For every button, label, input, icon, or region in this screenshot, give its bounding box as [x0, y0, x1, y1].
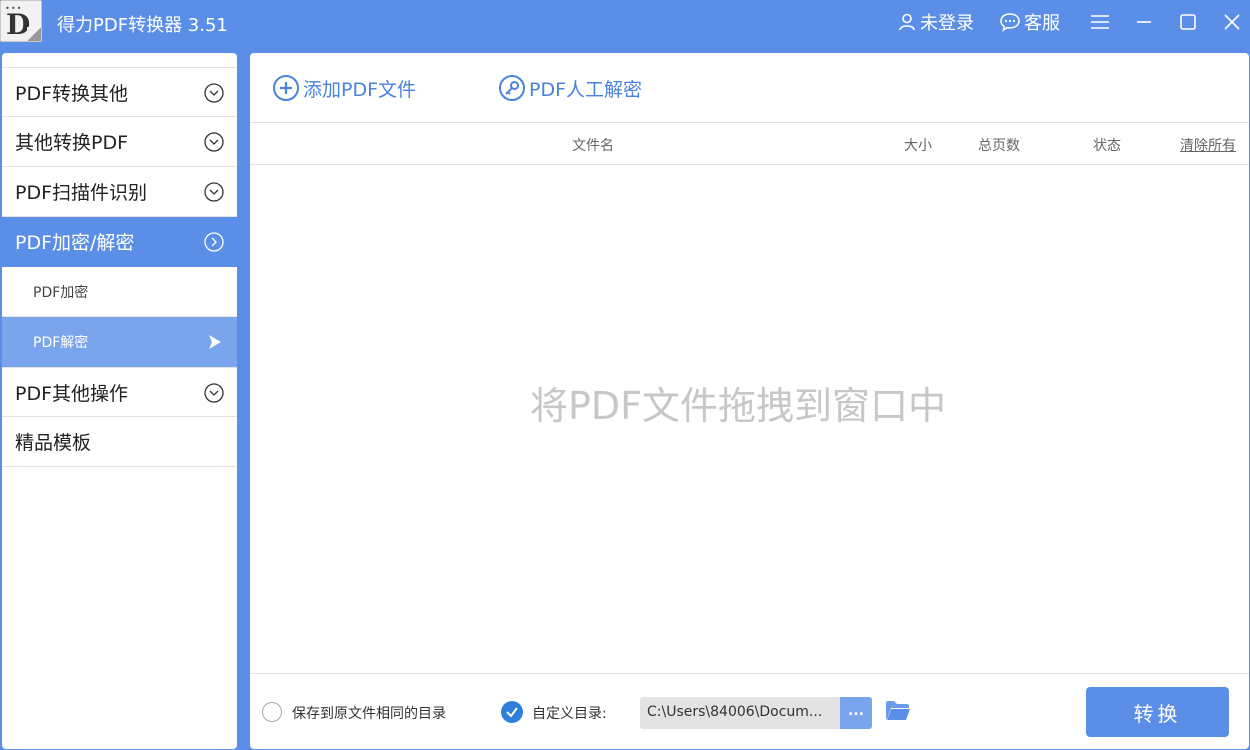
custom-directory-checkbox[interactable] [501, 701, 523, 723]
convert-button[interactable]: 转换 [1086, 687, 1229, 737]
folder-icon [886, 701, 910, 720]
sidebar-item-label: PDF扫描件识别 [15, 182, 148, 204]
maximize-icon [1180, 14, 1196, 30]
sidebar-item-label: PDF加密/解密 [15, 232, 135, 254]
menu-button[interactable] [1088, 10, 1112, 34]
sidebar-subitem-pdf-encrypt[interactable]: PDF加密 [2, 267, 237, 317]
manual-decrypt-label: PDF人工解密 [529, 78, 643, 101]
minimize-button[interactable] [1132, 10, 1156, 34]
sidebar-subitem-label: PDF解密 [33, 334, 89, 351]
sidebar-subitem-label: PDF加密 [33, 284, 89, 301]
sidebar-item-other-to-pdf[interactable]: 其他转换PDF [2, 117, 237, 167]
output-path-field[interactable]: C:\Users\84006\Docum... [640, 697, 840, 729]
sidebar: PDF转换其他 其他转换PDF PDF扫描件识别 PDF加密/解密 PDF加密 … [2, 53, 237, 749]
hamburger-menu-icon [1091, 15, 1109, 29]
add-pdf-label: 添加PDF文件 [303, 78, 417, 101]
minimize-icon [1137, 21, 1151, 23]
customer-service-label: 客服 [1024, 13, 1060, 34]
login-label: 未登录 [920, 13, 974, 34]
chevron-down-icon [204, 132, 224, 152]
sidebar-item-pdf-scan-ocr[interactable]: PDF扫描件识别 [2, 167, 237, 217]
arrow-right-icon [209, 335, 221, 349]
sidebar-item-label: PDF转换其他 [15, 82, 129, 105]
sidebar-item-label: 其他转换PDF [15, 132, 129, 154]
column-size[interactable]: 大小 [904, 135, 932, 155]
column-status[interactable]: 状态 [1093, 135, 1121, 155]
custom-directory-label[interactable]: 自定义目录: [532, 703, 607, 723]
sidebar-item-label: 精品模板 [15, 432, 92, 454]
manual-decrypt-button[interactable]: PDF人工解密 [498, 73, 642, 103]
app-logo-icon: ••• D [0, 0, 42, 42]
add-pdf-button[interactable]: 添加PDF文件 [272, 73, 416, 103]
chevron-right-icon [204, 232, 224, 252]
sidebar-item-label: PDF其他操作 [15, 382, 129, 405]
column-filename[interactable]: 文件名 [572, 135, 614, 155]
main-panel: 添加PDF文件 PDF人工解密 文件名 大小 总页数 状态 清除所有 将PDF文… [250, 53, 1249, 749]
same-directory-radio[interactable] [262, 702, 282, 722]
clear-all-link[interactable]: 清除所有 [1180, 135, 1236, 155]
sidebar-item-premium-templates[interactable]: 精品模板 [2, 417, 237, 467]
drop-zone-hint: 将PDF文件拖拽到窗口中 [530, 384, 947, 428]
checkmark-icon [506, 707, 518, 718]
sidebar-item-pdf-other-ops[interactable]: PDF其他操作 [2, 367, 237, 417]
browse-path-button[interactable]: ... [840, 697, 872, 729]
sidebar-subitem-pdf-decrypt[interactable]: PDF解密 [2, 317, 237, 367]
column-pages[interactable]: 总页数 [978, 135, 1020, 155]
sidebar-item-pdf-encrypt-decrypt[interactable]: PDF加密/解密 [2, 217, 237, 267]
title-bar: ••• D 得力PDF转换器 3.51 未登录 客服 [0, 0, 1250, 46]
chevron-down-icon [204, 182, 224, 202]
same-directory-label[interactable]: 保存到原文件相同的目录 [292, 703, 446, 723]
add-circle-icon [273, 75, 299, 101]
close-button[interactable] [1220, 10, 1244, 34]
output-settings-bar: 保存到原文件相同的目录 自定义目录: C:\Users\84006\Docum.… [250, 673, 1249, 749]
login-button[interactable]: 未登录 [897, 10, 974, 34]
sidebar-item-pdf-to-other[interactable]: PDF转换其他 [2, 67, 237, 117]
app-title: 得力PDF转换器 3.51 [57, 15, 228, 36]
app-logo-fold [27, 27, 41, 41]
maximize-button[interactable] [1176, 10, 1200, 34]
chevron-down-icon [204, 383, 224, 403]
customer-service-button[interactable]: 客服 [999, 10, 1060, 34]
file-table-header: 文件名 大小 总页数 状态 清除所有 [250, 122, 1249, 165]
open-folder-button[interactable] [885, 700, 911, 726]
close-icon [1224, 14, 1240, 30]
chat-bubble-icon [1000, 13, 1020, 32]
key-circle-icon [499, 75, 525, 101]
user-icon [899, 13, 915, 31]
chevron-down-icon [204, 83, 224, 103]
